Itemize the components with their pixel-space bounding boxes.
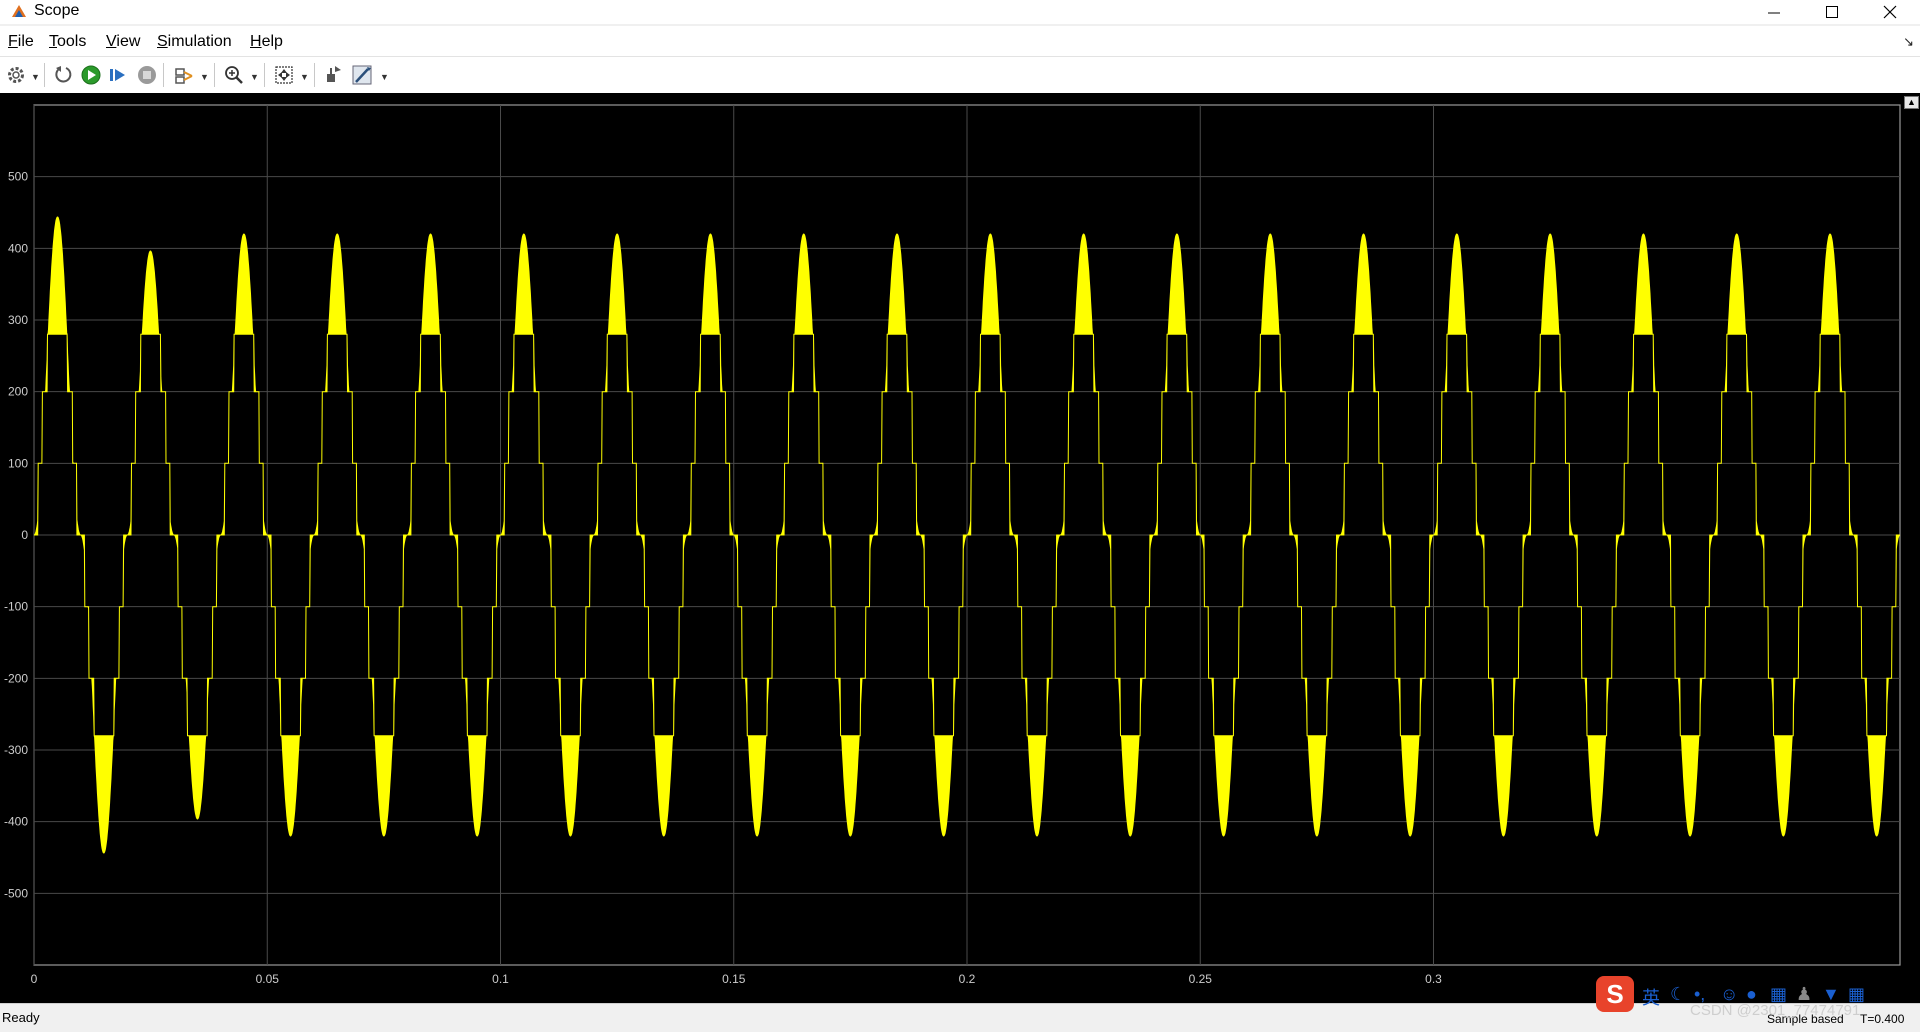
maximize-icon [1826,6,1838,18]
undock-arrow-icon[interactable]: ↘ [1903,34,1914,50]
y-tick-label: -200 [4,671,28,685]
punctuation-icon[interactable]: •, [1694,984,1705,1005]
y-tick-label: 0 [21,528,28,542]
x-tick-label: 0.2 [959,972,976,986]
y-tick-label: -500 [4,886,28,900]
ime-logo-icon[interactable]: S [1596,976,1634,1012]
minimize-button[interactable] [1746,0,1802,24]
menu-bar: File Tools View Simulation Help ↘ [0,26,1920,56]
ime-language-mode[interactable]: 英 [1642,984,1660,1010]
status-text: Ready [2,1010,40,1025]
menu-grid-icon[interactable]: ▦ [1848,984,1865,1005]
y-tick-label: -300 [4,743,28,757]
y-tick-label: 400 [8,241,28,255]
step-forward-icon [110,69,125,81]
maximize-button[interactable] [1804,0,1860,24]
scope-plot[interactable]: 500 400 300 200 100 0 -100 -200 -300 -400 -500 0 0.0… [0,93,1902,1003]
emoji-icon[interactable]: ☺ [1720,984,1738,1005]
toolbar-separator [44,63,45,87]
zoom-in-icon [225,66,243,84]
menu-simulation[interactable]: Simulation [157,33,232,51]
x-tick-label: 0.15 [722,972,746,986]
toolbar-separator [264,63,265,87]
y-tick-label: -100 [4,600,28,614]
step-back-button[interactable] [52,63,76,87]
moon-icon[interactable]: ☾ [1670,984,1686,1005]
y-tick-label: 500 [8,170,28,184]
title-bar: Scope [0,0,1920,24]
style-icon [352,65,372,85]
settings-button[interactable] [4,63,28,87]
minimize-icon [1768,12,1780,14]
x-tick-label: 0.25 [1189,972,1213,986]
stop-button[interactable] [135,63,159,87]
expand-legend-icon[interactable]: ▲ [1904,96,1919,109]
step-back-icon [55,66,72,83]
zoom-button[interactable] [222,63,246,87]
close-button[interactable] [1862,0,1918,24]
x-tick-label: 0 [31,972,38,986]
matlab-icon [12,5,26,17]
x-tick-label: 0.05 [256,972,280,986]
side-strip [1902,93,1920,1003]
settings-gear-icon [8,67,24,83]
highlight-simulink-block-icon [327,66,341,82]
zoom-dropdown-icon[interactable]: ▼ [250,72,259,82]
ime-toolbar[interactable]: S 英 ☾ •, ☺ ● ▦ ♟ ▼ ▦ [1596,976,1906,1012]
window-title: Scope [34,2,80,19]
y-tick-label: -400 [4,815,28,829]
menu-help[interactable]: Help [250,33,283,51]
signal-selection-dropdown-icon[interactable]: ▼ [200,72,209,82]
step-forward-button[interactable] [106,63,130,87]
autoscale-icon [275,66,293,84]
y-tick-label: 200 [8,385,28,399]
user-icon[interactable]: ♟ [1796,984,1812,1005]
autoscale-button[interactable] [272,63,296,87]
microphone-icon[interactable]: ● [1746,984,1757,1005]
scope-display[interactable]: 500 400 300 200 100 0 -100 -200 -300 -400 -500 0 0.0… [0,93,1920,1003]
style-dropdown-icon[interactable]: ▼ [380,72,389,82]
autoscale-dropdown-icon[interactable]: ▼ [300,72,309,82]
y-tick-label: 300 [8,313,28,327]
settings-dropdown-icon[interactable]: ▼ [31,72,40,82]
x-tick-label: 0.1 [492,972,509,986]
keyboard-icon[interactable]: ▦ [1770,984,1787,1005]
stop-icon [138,66,156,84]
style-button[interactable] [350,63,374,87]
signal-selection-button[interactable] [172,63,196,87]
time-readout: T=0.400 [1860,1012,1905,1026]
toolbar: ▼ ▼ ▼ ▼ ▼ [0,56,1920,94]
toolbar-separator [214,63,215,87]
close-icon [1883,5,1897,19]
y-tick-label: 100 [8,456,28,470]
signal-selection-icon [175,68,193,84]
toolbar-separator [314,63,315,87]
x-tick-label: 0.3 [1425,972,1442,986]
menu-file[interactable]: File [8,33,34,51]
highlight-block-button[interactable] [322,63,346,87]
run-button[interactable] [79,63,103,87]
shirt-icon[interactable]: ▼ [1822,984,1840,1005]
run-icon [81,65,101,85]
toolbar-separator [163,63,164,87]
menu-tools[interactable]: Tools [49,33,86,51]
menu-view[interactable]: View [106,33,140,51]
